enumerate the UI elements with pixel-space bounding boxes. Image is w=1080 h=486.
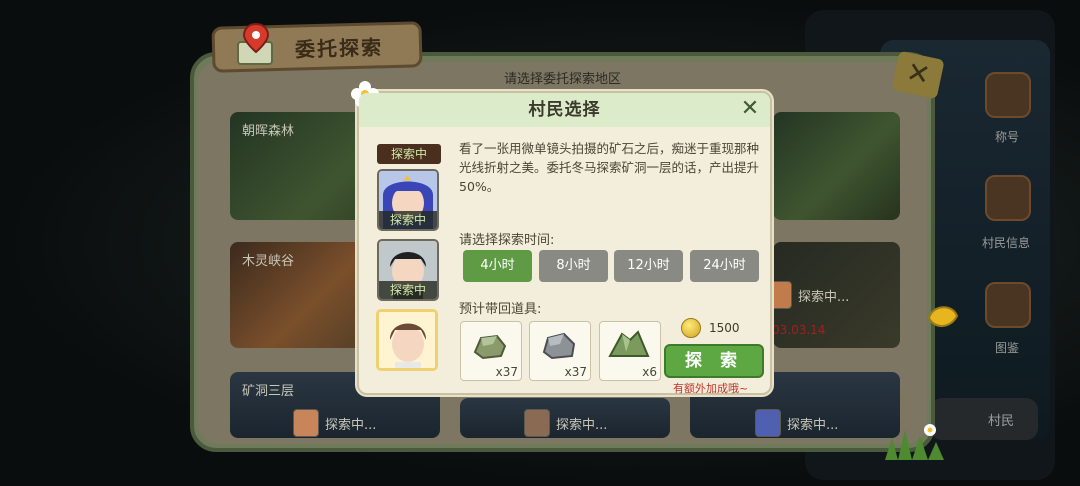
region-prompt: 请选择委托探索地区 <box>503 72 621 87</box>
time-option-24h[interactable]: 24小时 <box>690 250 759 282</box>
region-name: 木灵峡谷 <box>242 254 295 269</box>
coin-amount: 1500 <box>709 321 740 335</box>
reward-item: x37 <box>460 321 522 381</box>
villager-avatar-blue-hair[interactable]: 探索中 <box>377 169 439 231</box>
gold-coin-icon <box>681 318 701 338</box>
region-status-tag: 探索中... <box>755 408 838 438</box>
green-ore-icon <box>473 334 507 360</box>
grey-stone-icon <box>542 332 576 360</box>
region-status-text: 探索中... <box>787 417 839 433</box>
villager-button-label: 村民 <box>987 413 1014 429</box>
region-status-tag: 探索中... <box>293 408 376 438</box>
items-label: 预计带回道具: <box>459 302 542 317</box>
reward-item: x37 <box>529 321 591 381</box>
item-count: x37 <box>495 365 518 379</box>
villager-avatar-icon <box>755 409 781 437</box>
villager-avatar-selected[interactable] <box>376 309 438 371</box>
gallery-label: 图鉴 <box>995 341 1020 355</box>
region-status-text: 探索中... <box>556 417 608 433</box>
reward-item: x6 <box>599 321 661 381</box>
coin-cost: 1500 <box>681 318 740 338</box>
time-label: 请选择探索时间: <box>459 233 555 248</box>
region-name: 矿洞三层 <box>242 384 295 399</box>
villager-avatar-black-hair[interactable]: 探索中 <box>377 239 439 301</box>
region-status-text: 探索中... <box>798 289 850 305</box>
close-icon[interactable]: ✕ <box>738 97 762 121</box>
region-status-tag: 探索中... <box>524 408 607 438</box>
villager-description: 看了一张用微单镜头拍摄的矿石之后，痴迷于重现那种光线折射之美。委托冬马探索矿洞一… <box>459 141 760 194</box>
item-count: x6 <box>642 365 657 379</box>
time-option-4h[interactable]: 4小时 <box>463 250 532 282</box>
region-date: 03.03.14 <box>772 323 826 337</box>
title-menu-label: 称号 <box>995 130 1020 144</box>
villager-info-button[interactable] <box>985 175 1031 221</box>
exploring-tag: 探索中 <box>377 144 441 164</box>
villager-avatar-icon <box>293 409 319 437</box>
item-count: x37 <box>564 365 587 379</box>
region-name: 朝晖森林 <box>242 124 295 139</box>
region-status-text: 探索中... <box>325 417 377 433</box>
gallery-button[interactable] <box>985 282 1031 328</box>
villager-status: 探索中 <box>379 211 437 229</box>
time-option-8h[interactable]: 8小时 <box>539 250 608 282</box>
villager-info-label: 村民信息 <box>982 236 1031 250</box>
brown-hair-boy-icon <box>379 312 435 368</box>
map-pin-icon <box>237 22 273 65</box>
title-menu-button[interactable] <box>985 72 1031 118</box>
villager-avatar-icon <box>524 409 550 437</box>
villager-select-dialog: 村民选择 ✕ 探索中 探索中 探索中 看了一张用微单镜头拍摄的矿石之后，痴迷于重… <box>351 81 772 395</box>
time-option-12h[interactable]: 12小时 <box>614 250 683 282</box>
villager-status: 探索中 <box>379 281 437 299</box>
leaf-icon <box>927 306 959 327</box>
bonus-note: 有额外加成哦~ <box>673 382 749 395</box>
explore-button[interactable]: 探 索 <box>664 344 764 378</box>
region-status-tag: 探索中... <box>766 280 849 310</box>
green-crystal-icon <box>608 330 650 357</box>
dialog-title: 村民选择 <box>359 93 770 127</box>
region-card-right-forest[interactable] <box>773 112 900 220</box>
grass-decoration-icon <box>885 424 944 460</box>
